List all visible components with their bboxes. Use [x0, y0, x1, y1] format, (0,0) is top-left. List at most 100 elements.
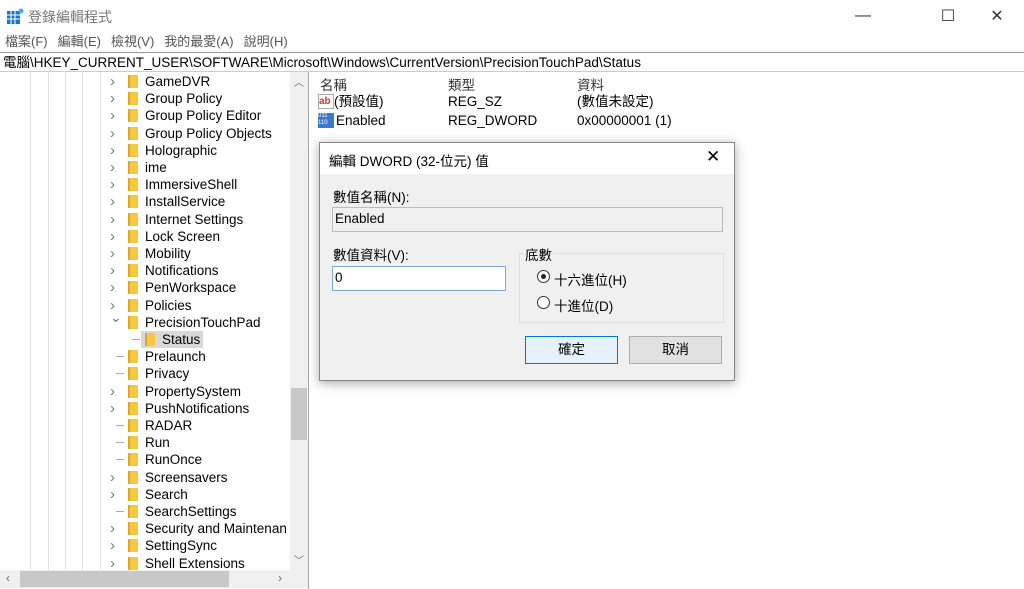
folder-icon: [128, 109, 138, 123]
folder-icon: [128, 75, 138, 88]
tree-item[interactable]: › Notifications: [0, 262, 290, 279]
folder-icon: [128, 522, 138, 536]
scroll-up-icon[interactable]: ︿: [294, 74, 304, 89]
tree-item[interactable]: Privacy: [0, 365, 290, 382]
column-header-type[interactable]: 類型: [448, 74, 475, 94]
expand-chevron-icon[interactable]: ›: [110, 142, 122, 159]
tree-connector: [116, 442, 124, 444]
tree-item[interactable]: Status: [0, 331, 290, 348]
tree-item-label: PushNotifications: [145, 400, 250, 416]
expand-chevron-icon[interactable]: ›: [110, 279, 122, 296]
tree-item[interactable]: › Security and Maintenan: [0, 520, 290, 537]
menu-view[interactable]: 檢視(V): [106, 32, 159, 52]
scroll-right-icon[interactable]: ›: [278, 571, 282, 585]
menu-help[interactable]: 說明(H): [239, 32, 293, 52]
folder-icon: [128, 401, 138, 415]
expand-chevron-icon[interactable]: ›: [110, 245, 122, 262]
folder-icon: [128, 212, 138, 226]
dialog-close-button[interactable]: ✕: [706, 147, 720, 167]
tree-horizontal-scrollbar[interactable]: ‹ ›: [0, 570, 308, 588]
close-button[interactable]: ✕: [974, 0, 1020, 32]
tree-item[interactable]: › Policies: [0, 297, 290, 314]
tree-item[interactable]: ⌄ PrecisionTouchPad: [0, 309, 290, 331]
expand-chevron-icon[interactable]: ›: [110, 125, 122, 142]
tree-item[interactable]: › ImmersiveShell: [0, 176, 290, 193]
window-title: 登錄編輯程式: [28, 9, 112, 25]
tree-item[interactable]: › PenWorkspace: [0, 279, 290, 296]
column-header-data[interactable]: 資料: [577, 74, 604, 94]
menu-favorites[interactable]: 我的最愛(A): [159, 32, 238, 52]
tree-item[interactable]: › ime: [0, 159, 290, 176]
tree-item[interactable]: Prelaunch: [0, 348, 290, 365]
expand-chevron-icon[interactable]: ›: [110, 228, 122, 245]
tree-item[interactable]: RunOnce: [0, 451, 290, 468]
tree-item[interactable]: › Lock Screen: [0, 228, 290, 245]
expand-chevron-icon[interactable]: ›: [110, 211, 122, 228]
tree-item[interactable]: › Internet Settings: [0, 211, 290, 228]
expand-chevron-icon[interactable]: ›: [110, 73, 122, 90]
scroll-left-icon[interactable]: ‹: [6, 571, 10, 585]
address-bar[interactable]: 電腦\HKEY_CURRENT_USER\SOFTWARE\Microsoft\…: [0, 52, 1024, 72]
expand-chevron-icon[interactable]: ›: [110, 193, 122, 210]
tree-item-label: Group Policy Editor: [145, 108, 262, 124]
expand-chevron-icon[interactable]: ›: [110, 469, 122, 486]
expand-chevron-icon[interactable]: ›: [110, 520, 122, 537]
tree-item-label: InstallService: [145, 194, 226, 210]
folder-icon: [128, 229, 138, 243]
expand-chevron-icon[interactable]: ›: [110, 107, 122, 124]
tree-item[interactable]: › SettingSync: [0, 537, 290, 554]
tree-item-label: Mobility: [145, 246, 191, 261]
expand-chevron-icon[interactable]: ›: [110, 486, 122, 503]
tree-item[interactable]: › Group Policy Editor: [0, 107, 290, 124]
tree-item[interactable]: › Mobility: [0, 245, 290, 262]
list-row[interactable]: 011 110 Enabled REG_DWORD 0x00000001 (1): [314, 112, 714, 129]
tree-item[interactable]: › GameDVR: [0, 73, 290, 90]
tree-item-label: RADAR: [145, 418, 193, 433]
edit-dword-dialog: 編輯 DWORD (32-位元) 值 ✕ 數值名稱(N): Enabled 數值…: [319, 142, 735, 381]
radio-decimal[interactable]: 十進位(D): [537, 294, 657, 314]
tree-item[interactable]: › InstallService: [0, 193, 290, 210]
value-type: REG_SZ: [448, 94, 503, 109]
ok-button[interactable]: 確定: [525, 336, 618, 364]
column-header-name[interactable]: 名稱: [320, 74, 347, 94]
tree-item[interactable]: › Holographic: [0, 142, 290, 159]
tree-item-label: ImmersiveShell: [145, 177, 238, 193]
tree-item-label: PenWorkspace: [145, 280, 237, 296]
folder-icon: [128, 143, 138, 157]
minimize-button[interactable]: —: [840, 0, 886, 32]
tree-item[interactable]: SearchSettings: [0, 503, 290, 520]
expand-chevron-icon[interactable]: ›: [110, 159, 122, 176]
radio-hex[interactable]: 十六進位(H): [537, 268, 657, 288]
tree-item-label: Security and Maintenan: [145, 521, 287, 537]
tree-item[interactable]: › Group Policy: [0, 90, 290, 107]
scroll-thumb[interactable]: [291, 388, 307, 440]
folder-icon: [128, 505, 138, 518]
scroll-down-icon[interactable]: ﹀: [294, 552, 304, 567]
expand-chevron-icon[interactable]: ›: [110, 400, 122, 417]
collapse-chevron-icon[interactable]: ⌄: [110, 309, 122, 326]
value-name-label: 數值名稱(N):: [333, 190, 410, 205]
tree-item[interactable]: › PropertySystem: [0, 383, 290, 400]
folder-icon: [128, 281, 138, 295]
tree-item[interactable]: › Group Policy Objects: [0, 125, 290, 142]
tree-item[interactable]: Run: [0, 434, 290, 451]
tree-item[interactable]: › Screensavers: [0, 469, 290, 486]
expand-chevron-icon[interactable]: ›: [110, 90, 122, 107]
folder-icon: [128, 195, 138, 209]
menu-edit[interactable]: 編輯(E): [53, 32, 106, 52]
maximize-button[interactable]: ☐: [925, 0, 971, 32]
expand-chevron-icon[interactable]: ›: [110, 537, 122, 554]
expand-chevron-icon[interactable]: ›: [110, 176, 122, 193]
scroll-thumb-horizontal[interactable]: [20, 571, 229, 587]
cancel-button[interactable]: 取消: [629, 336, 722, 364]
folder-icon: [128, 556, 138, 570]
tree-item[interactable]: RADAR: [0, 417, 290, 434]
menu-file[interactable]: 檔案(F): [0, 32, 53, 52]
value-data-input[interactable]: 0: [332, 266, 506, 291]
tree-item[interactable]: › PushNotifications: [0, 400, 290, 417]
expand-chevron-icon[interactable]: ›: [110, 383, 122, 400]
tree-item[interactable]: › Search: [0, 486, 290, 503]
tree-vertical-scrollbar[interactable]: ︿ ﹀: [290, 72, 308, 570]
list-row[interactable]: ab (預設值) REG_SZ (數值未設定): [314, 93, 714, 110]
expand-chevron-icon[interactable]: ›: [110, 262, 122, 279]
